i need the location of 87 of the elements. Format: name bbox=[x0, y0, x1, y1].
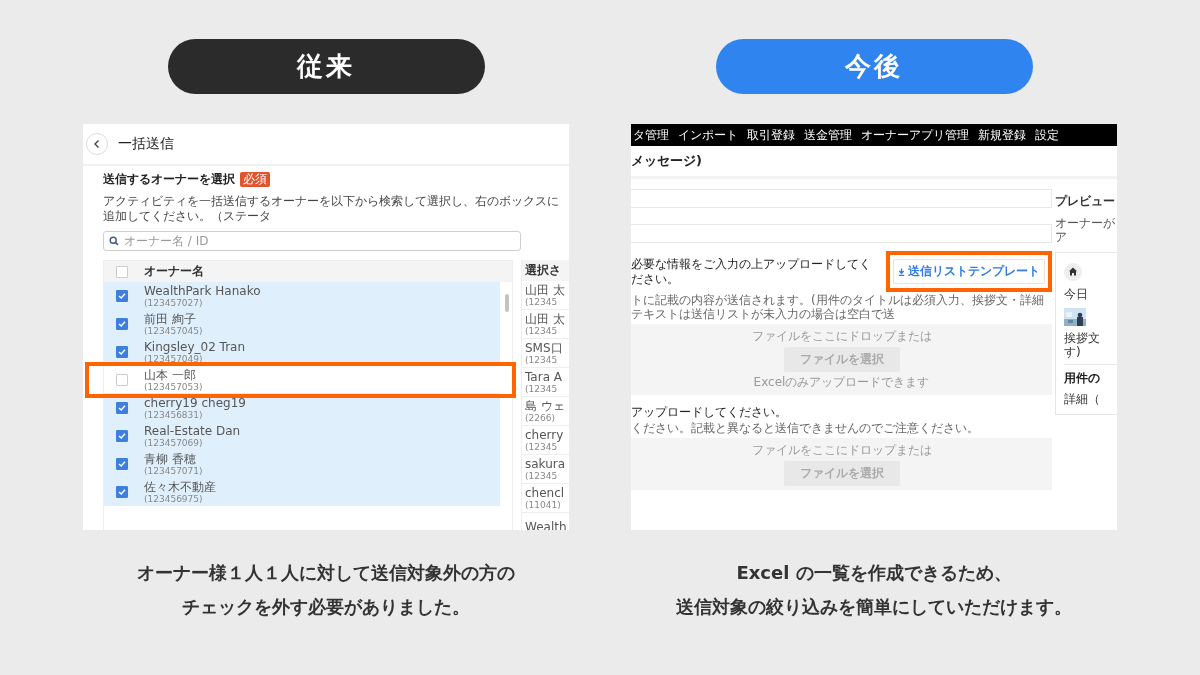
owner-name: SMS口 bbox=[525, 341, 564, 355]
page-title: メッセージ) bbox=[631, 152, 702, 170]
section-heading: 必要な情報をご入力の上アップロードしてください。 bbox=[631, 256, 872, 287]
home-icon bbox=[1064, 263, 1082, 281]
checkbox[interactable] bbox=[116, 401, 128, 414]
preview-section-title: 用件の bbox=[1064, 370, 1100, 387]
owner-id: (123457069) bbox=[144, 437, 204, 448]
owner-id: (12345 bbox=[525, 471, 559, 481]
preview-text: 挨拶文 す) bbox=[1064, 331, 1100, 359]
owner-name: WealthPark Hanako bbox=[144, 283, 261, 298]
preview-text: 詳細（ bbox=[1064, 392, 1100, 406]
caption: オーナー様１人１人に対して送信対象外の方の チェックを外す必要がありました。 bbox=[137, 561, 515, 619]
drop-note: Excelのみアップロードできます bbox=[753, 374, 930, 391]
owner-name: 山田 太 bbox=[525, 312, 566, 326]
checkbox[interactable] bbox=[116, 345, 128, 358]
heading-pill: 今後 bbox=[715, 39, 1033, 94]
drop-prompt: ファイルをここにドロップまたは bbox=[751, 442, 932, 459]
nav-item[interactable]: 設定 bbox=[1035, 126, 1059, 144]
page-title: 一括送信 bbox=[118, 135, 174, 153]
owner-name: 島 ウェ bbox=[525, 399, 566, 413]
owner-id: (123457049) bbox=[144, 353, 203, 364]
owner-id: (12345 bbox=[525, 326, 559, 336]
nav-item[interactable]: 取引登録 bbox=[747, 126, 795, 144]
drop-prompt: ファイルをここにドロップまたは bbox=[751, 328, 932, 345]
hint-text: ください。記載と異なると送信できませんのでご注意ください。 bbox=[631, 421, 980, 435]
scrollbar[interactable] bbox=[505, 294, 509, 312]
column-header: オーナー名 bbox=[144, 263, 204, 280]
owner-name: cherry19 cheg19 bbox=[144, 395, 246, 410]
preview-subtitle: オーナーがア bbox=[1055, 216, 1116, 244]
owner-id: (123457071) bbox=[144, 465, 203, 476]
owner-id: (2266) bbox=[525, 413, 556, 423]
checkbox[interactable] bbox=[116, 289, 128, 302]
checkbox[interactable] bbox=[116, 485, 128, 498]
owner-id: (123457027) bbox=[144, 297, 204, 308]
checkbox[interactable] bbox=[116, 457, 128, 470]
owner-name: 佐々木不動産 bbox=[144, 479, 216, 494]
owner-name: 前田 絢子 bbox=[144, 311, 197, 326]
owner-id: (123456975) bbox=[144, 493, 204, 504]
section-heading: アップロードしてください。 bbox=[631, 405, 787, 420]
owner-id: (12345 bbox=[525, 355, 559, 365]
owner-name: Kingsley_02 Tran bbox=[144, 339, 246, 354]
chevron-left-icon bbox=[92, 139, 102, 149]
nav-item[interactable]: オーナーアプリ管理 bbox=[861, 126, 969, 144]
checkbox[interactable] bbox=[116, 265, 128, 278]
owner-row[interactable]: WealthPark Hanako (123457027) bbox=[104, 282, 500, 310]
owner-row[interactable]: 青柳 香穂 (123457071) bbox=[104, 450, 500, 478]
heading-pill: 従来 bbox=[167, 39, 485, 94]
owner-name: chencl bbox=[525, 486, 566, 500]
owner-id: (123457053) bbox=[144, 381, 203, 392]
caption: Excel の一覧を作成できるため、 送信対象の絞り込みを簡単にしていただけます。 bbox=[676, 561, 1072, 619]
owner-id: (12345 bbox=[525, 384, 559, 394]
owner-id: (11041) bbox=[525, 500, 562, 510]
owner-id: (12345 bbox=[525, 442, 559, 452]
checkbox[interactable] bbox=[116, 373, 128, 386]
date-label: 今日 bbox=[1064, 286, 1088, 303]
owner-row[interactable]: Real-Estate Dan (123457069) bbox=[104, 422, 500, 450]
owner-name: 山田 太 bbox=[525, 283, 566, 297]
hint-text: トに記載の内容が送信されます。(用件のタイトルは必須入力、挨拶文・詳細テキストは送信リストが未入力の場合は空白で送 bbox=[631, 293, 1045, 321]
search-field[interactable]: オーナー名 / ID bbox=[103, 231, 521, 251]
search-icon bbox=[109, 236, 119, 246]
nav-item[interactable]: 新規登録 bbox=[978, 126, 1026, 144]
owner-name: sakura bbox=[525, 457, 567, 471]
checkbox[interactable] bbox=[116, 317, 128, 330]
nav-item[interactable]: タ管理 bbox=[633, 126, 669, 144]
preview-title: プレビュー bbox=[1055, 193, 1116, 210]
back-button[interactable] bbox=[86, 133, 108, 155]
column-header: 選択さ bbox=[522, 260, 569, 281]
nav-item[interactable]: 送金管理 bbox=[804, 126, 852, 144]
template-button[interactable]: 送信リストテンプレート bbox=[893, 259, 1045, 284]
checkbox[interactable] bbox=[116, 429, 128, 442]
nav-item[interactable]: インポート bbox=[678, 126, 738, 144]
owner-name: 山本 一郎 bbox=[144, 367, 197, 382]
owner-name: Real-Estate Dan bbox=[144, 423, 241, 438]
download-icon bbox=[898, 267, 905, 276]
owner-name: cherry bbox=[525, 428, 565, 442]
owner-name: 青柳 香穂 bbox=[144, 451, 197, 466]
input-field[interactable] bbox=[631, 224, 1052, 243]
required-badge: 必須 bbox=[240, 172, 270, 187]
owner-name: Tara A bbox=[525, 370, 563, 384]
owner-id: (123456831) bbox=[144, 409, 203, 420]
owner-row[interactable]: 佐々木不動産 (123456975) bbox=[104, 478, 500, 506]
input-field[interactable] bbox=[631, 189, 1052, 208]
section-title: 送信するオーナーを選択 bbox=[103, 171, 235, 188]
description: アクティビティを一括送信するオーナーを以下から検索して選択し、右のボックスに追加してください。（ステータ bbox=[103, 194, 560, 224]
owner-id: (12345 bbox=[525, 297, 559, 307]
owner-row[interactable]: 前田 絢子 (123457045) bbox=[104, 310, 500, 338]
owner-id: (123457045) bbox=[144, 325, 203, 336]
